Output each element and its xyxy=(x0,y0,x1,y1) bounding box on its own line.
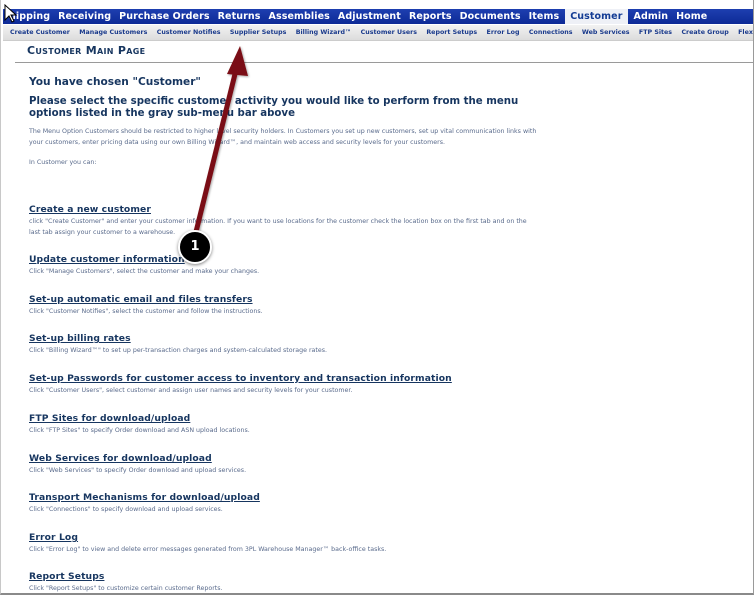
chosen-heading: You have chosen "Customer" xyxy=(29,76,201,88)
select-heading: Please select the specific customer acti… xyxy=(29,96,519,119)
section-desc: Click "Web Services" to specify Order do… xyxy=(29,467,247,474)
page-title: Customer Main Page xyxy=(27,44,146,57)
sub-nav-ftp-sites[interactable]: FTP Sites xyxy=(634,29,677,36)
passwords-link[interactable]: Set-up Passwords for customer access to … xyxy=(29,373,452,384)
section-billing-rates: Set-up billing rates Click "Billing Wiza… xyxy=(29,326,549,357)
sub-nav-web-services[interactable]: Web Services xyxy=(577,29,634,36)
sub-nav-customer-notifies[interactable]: Customer Notifies xyxy=(152,29,225,36)
section-error-log: Error Log Click "Error Log" to view and … xyxy=(29,525,549,556)
title-divider xyxy=(15,62,753,63)
top-nav-admin[interactable]: Admin xyxy=(630,9,673,24)
transport-mechanisms-link[interactable]: Transport Mechanisms for download/upload xyxy=(29,492,260,503)
report-setups-link[interactable]: Report Setups xyxy=(29,571,104,582)
sub-nav-supplier-setups[interactable]: Supplier Setups xyxy=(225,29,291,36)
sub-nav-report-setups[interactable]: Report Setups xyxy=(422,29,482,36)
sub-nav-customer-users[interactable]: Customer Users xyxy=(356,29,422,36)
section-web-services: Web Services for download/upload Click "… xyxy=(29,446,549,477)
top-nav-assemblies[interactable]: Assemblies xyxy=(265,9,334,24)
section-update-customer: Update customer information Click "Manag… xyxy=(29,247,549,278)
error-log-link[interactable]: Error Log xyxy=(29,532,78,543)
section-desc: Click "Manage Customers", select the cus… xyxy=(29,268,260,275)
sub-nav-flex-fields[interactable]: Flex Fields xyxy=(733,29,753,36)
top-nav-receiving[interactable]: Receiving xyxy=(54,9,115,24)
section-report-setups: Report Setups Click "Report Setups" to c… xyxy=(29,564,549,593)
top-nav-bar: hipping Receiving Purchase Orders Return… xyxy=(3,9,753,24)
section-desc: Click "Billing Wizard™" to set up per-tr… xyxy=(29,347,328,354)
section-passwords: Set-up Passwords for customer access to … xyxy=(29,366,549,397)
section-desc: click "Create Customer" and enter your c… xyxy=(29,218,527,236)
top-nav-home[interactable]: Home xyxy=(672,9,711,24)
section-email-transfers: Set-up automatic email and files transfe… xyxy=(29,287,549,318)
sub-nav-billing-wizard[interactable]: Billing Wizard™ xyxy=(291,29,356,36)
top-nav-reports[interactable]: Reports xyxy=(405,9,456,24)
create-customer-link[interactable]: Create a new customer xyxy=(29,204,151,215)
top-nav-customer[interactable]: Customer xyxy=(565,9,628,24)
top-nav-adjustment[interactable]: Adjustment xyxy=(334,9,405,24)
email-transfers-link[interactable]: Set-up automatic email and files transfe… xyxy=(29,294,253,305)
top-nav-purchase-orders[interactable]: Purchase Orders xyxy=(115,9,213,24)
web-services-link[interactable]: Web Services for download/upload xyxy=(29,453,212,464)
sub-nav-manage-customers[interactable]: Manage Customers xyxy=(75,29,152,36)
can-label: In Customer you can: xyxy=(29,158,97,166)
sub-nav-create-group[interactable]: Create Group xyxy=(677,29,734,36)
intro-block: You have chosen "Customer" Please select… xyxy=(29,76,549,166)
section-transport: Transport Mechanisms for download/upload… xyxy=(29,485,549,516)
sub-nav-create-customer[interactable]: Create Customer xyxy=(3,29,75,36)
sub-nav-bar: Create Customer Manage Customers Custome… xyxy=(3,25,753,41)
section-desc: Click "Connections" to specify download … xyxy=(29,506,223,513)
section-desc: Click "Report Setups" to customize certa… xyxy=(29,585,223,592)
top-nav-items[interactable]: Items xyxy=(525,9,564,24)
mouse-pointer-icon xyxy=(4,4,18,23)
step-badge: 1 xyxy=(178,230,212,264)
section-ftp-sites: FTP Sites for download/upload Click "FTP… xyxy=(29,406,549,437)
update-customer-link[interactable]: Update customer information xyxy=(29,254,185,265)
section-desc: Click "Customer Users", select customer … xyxy=(29,387,353,394)
section-desc: Click "Error Log" to view and delete err… xyxy=(29,546,387,553)
section-desc: Click "FTP Sites" to specify Order downl… xyxy=(29,427,250,434)
section-desc: Click "Customer Notifies", select the cu… xyxy=(29,308,263,315)
intro-text: The Menu Option Customers should be rest… xyxy=(29,128,537,146)
browser-frame: hipping Receiving Purchase Orders Return… xyxy=(0,0,754,595)
ftp-sites-link[interactable]: FTP Sites for download/upload xyxy=(29,413,190,424)
top-nav-returns[interactable]: Returns xyxy=(214,9,265,24)
top-nav-documents[interactable]: Documents xyxy=(456,9,525,24)
sub-nav-error-log[interactable]: Error Log xyxy=(482,29,524,36)
sub-nav-connections[interactable]: Connections xyxy=(524,29,577,36)
billing-rates-link[interactable]: Set-up billing rates xyxy=(29,333,131,344)
section-create-customer: Create a new customer click "Create Cust… xyxy=(29,197,549,239)
